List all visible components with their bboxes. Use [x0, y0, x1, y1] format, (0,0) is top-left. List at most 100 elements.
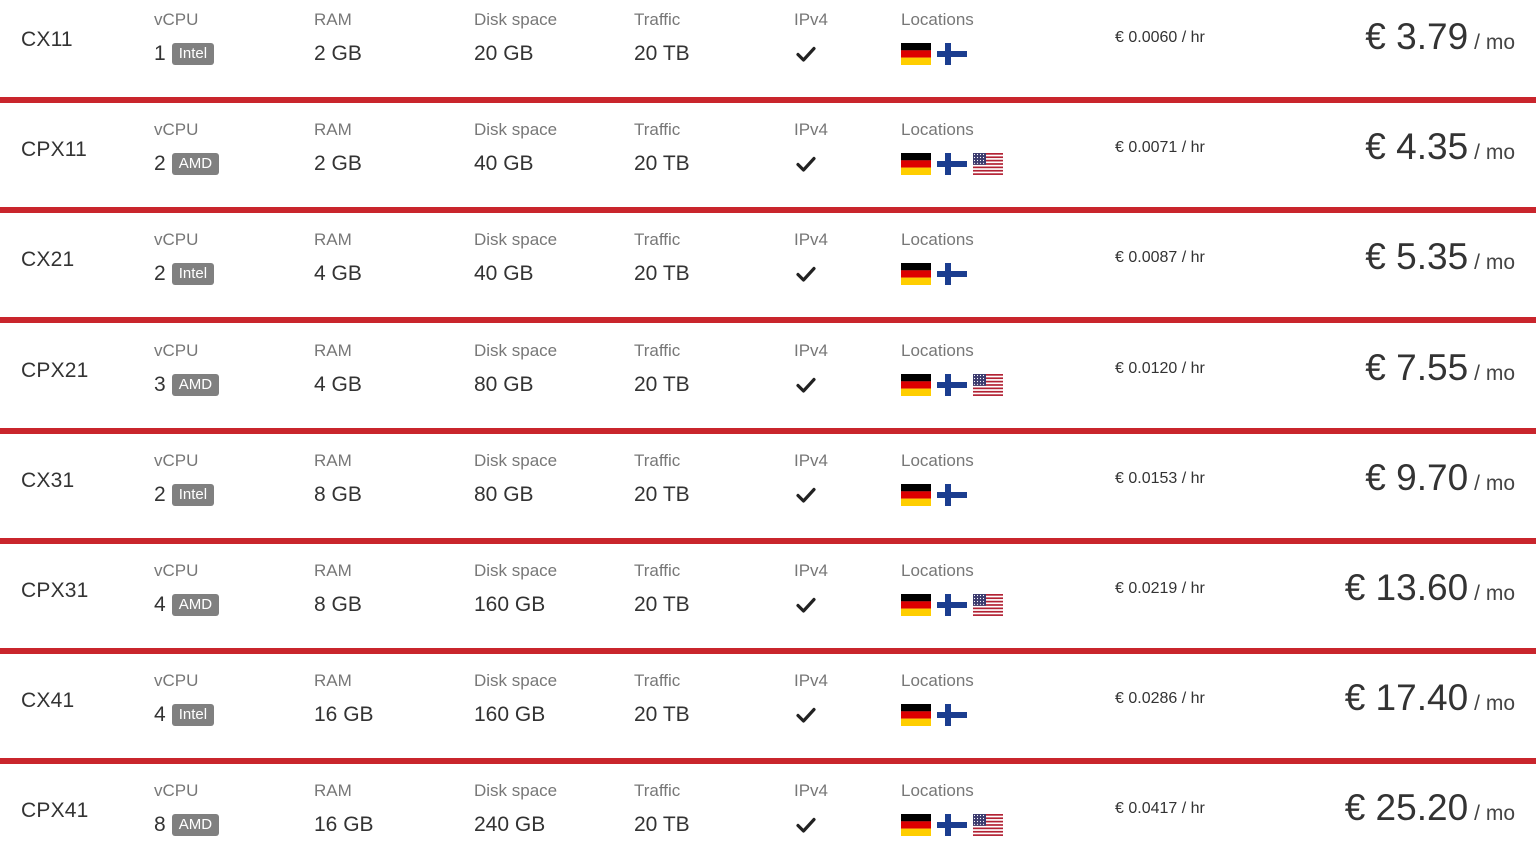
vcpu-value: 2 AMD: [154, 152, 220, 176]
finland-flag-icon: [937, 704, 967, 726]
disk-label: Disk space: [474, 341, 558, 360]
vcpu-count: 2: [154, 152, 166, 175]
plan-row-cx11[interactable]: CX11 vCPU 1 Intel RAM 2 GB Disk space 20 GB Traf…: [0, 0, 1536, 98]
row-divider: [0, 317, 1536, 323]
check-icon: [796, 487, 816, 503]
vcpu-label: vCPU: [154, 341, 199, 360]
vcpu-label: vCPU: [154, 120, 199, 139]
finland-flag-icon: [937, 153, 967, 175]
traffic-label: Traffic: [634, 561, 681, 580]
vcpu-value: 8 AMD: [154, 813, 220, 837]
ram-label: RAM: [314, 671, 352, 690]
traffic-value: 20 TB: [634, 262, 690, 285]
check-icon: [796, 156, 816, 172]
vcpu-count: 3: [154, 373, 166, 396]
cpu-type-badge: AMD: [171, 374, 220, 396]
plan-row-cx41[interactable]: CX41 vCPU 4 Intel RAM 16 GB Disk space 160 GB Tr…: [0, 655, 1536, 759]
ipv4-label: IPv4: [794, 341, 829, 360]
disk-label: Disk space: [474, 120, 558, 139]
disk-label: Disk space: [474, 451, 558, 470]
traffic-value: 20 TB: [634, 42, 690, 65]
traffic-label: Traffic: [634, 230, 681, 249]
plan-row-cpx31[interactable]: CPX31 vCPU 4 AMD RAM 8 GB Disk space 160 GB Traf…: [0, 545, 1536, 649]
row-divider: [0, 428, 1536, 434]
monthly-amount: € 4.35: [1365, 126, 1469, 167]
cpu-type-badge: Intel: [171, 704, 215, 726]
plan-name: CPX11: [21, 138, 87, 161]
usa-flag-icon: [973, 594, 1003, 616]
traffic-value: 20 TB: [634, 703, 690, 726]
finland-flag-icon: [937, 374, 967, 396]
check-icon: [796, 46, 816, 62]
disk-value: 160 GB: [474, 593, 546, 616]
vcpu-count: 2: [154, 262, 166, 285]
vcpu-count: 4: [154, 703, 166, 726]
ipv4-label: IPv4: [794, 781, 829, 800]
server-plan-list: CX11 vCPU 1 Intel RAM 2 GB Disk space 20 GB Traf…: [0, 0, 1536, 865]
ram-label: RAM: [314, 781, 352, 800]
monthly-price: € 4.35/ mo: [1365, 126, 1515, 168]
locations-label: Locations: [901, 671, 974, 690]
hourly-price: € 0.0060 / hr: [1115, 29, 1205, 46]
traffic-label: Traffic: [634, 120, 681, 139]
disk-label: Disk space: [474, 561, 558, 580]
vcpu-label: vCPU: [154, 10, 199, 29]
traffic-label: Traffic: [634, 781, 681, 800]
monthly-amount: € 17.40: [1344, 677, 1469, 718]
disk-value: 40 GB: [474, 152, 534, 175]
per-month-unit: / mo: [1474, 31, 1515, 54]
vcpu-label: vCPU: [154, 671, 199, 690]
ipv4-label: IPv4: [794, 120, 829, 139]
plan-row-cx21[interactable]: CX21 vCPU 2 Intel RAM 4 GB Disk space 40 GB Traf…: [0, 214, 1536, 318]
plan-row-cpx41[interactable]: CPX41 vCPU 8 AMD RAM 16 GB Disk space 240 GB Tra…: [0, 765, 1536, 865]
plan-name: CPX41: [21, 799, 89, 822]
usa-flag-icon: [973, 153, 1003, 175]
hourly-price: € 0.0286 / hr: [1115, 690, 1205, 707]
monthly-price: € 5.35/ mo: [1365, 236, 1515, 278]
plan-name: CX21: [21, 248, 75, 271]
ram-label: RAM: [314, 120, 352, 139]
finland-flag-icon: [937, 594, 967, 616]
ram-value: 16 GB: [314, 703, 374, 726]
locations-label: Locations: [901, 451, 974, 470]
traffic-value: 20 TB: [634, 373, 690, 396]
locations-label: Locations: [901, 230, 974, 249]
monthly-price: € 7.55/ mo: [1365, 347, 1515, 389]
disk-value: 40 GB: [474, 262, 534, 285]
traffic-value: 20 TB: [634, 593, 690, 616]
germany-flag-icon: [901, 153, 931, 175]
ram-label: RAM: [314, 10, 352, 29]
plan-row-cpx11[interactable]: CPX11 vCPU 2 AMD RAM 2 GB Disk space 40 GB Traff…: [0, 104, 1536, 208]
cpu-type-badge: Intel: [171, 43, 215, 65]
traffic-label: Traffic: [634, 671, 681, 690]
row-divider: [0, 758, 1536, 764]
plan-name: CPX31: [21, 579, 89, 602]
check-icon: [796, 266, 816, 282]
vcpu-value: 4 AMD: [154, 593, 220, 617]
ipv4-label: IPv4: [794, 451, 829, 470]
per-month-unit: / mo: [1474, 141, 1515, 164]
plan-row-cx31[interactable]: CX31 vCPU 2 Intel RAM 8 GB Disk space 80 GB Traf…: [0, 435, 1536, 539]
hourly-price: € 0.0071 / hr: [1115, 139, 1205, 156]
plan-row-cpx21[interactable]: CPX21 vCPU 3 AMD RAM 4 GB Disk space 80 GB Traff…: [0, 325, 1536, 429]
check-icon: [796, 707, 816, 723]
traffic-value: 20 TB: [634, 483, 690, 506]
disk-label: Disk space: [474, 671, 558, 690]
ram-value: 4 GB: [314, 262, 362, 285]
monthly-amount: € 13.60: [1344, 567, 1469, 608]
monthly-price: € 17.40/ mo: [1345, 677, 1515, 719]
locations-label: Locations: [901, 10, 974, 29]
check-icon: [796, 597, 816, 613]
disk-label: Disk space: [474, 10, 558, 29]
hourly-price: € 0.0153 / hr: [1115, 470, 1205, 487]
vcpu-count: 4: [154, 593, 166, 616]
monthly-amount: € 25.20: [1344, 787, 1469, 828]
vcpu-value: 2 Intel: [154, 262, 215, 286]
ram-label: RAM: [314, 341, 352, 360]
monthly-amount: € 9.70: [1365, 457, 1469, 498]
vcpu-count: 2: [154, 483, 166, 506]
vcpu-count: 1: [154, 42, 166, 65]
ram-value: 2 GB: [314, 42, 362, 65]
monthly-price: € 13.60/ mo: [1345, 567, 1515, 609]
traffic-label: Traffic: [634, 451, 681, 470]
